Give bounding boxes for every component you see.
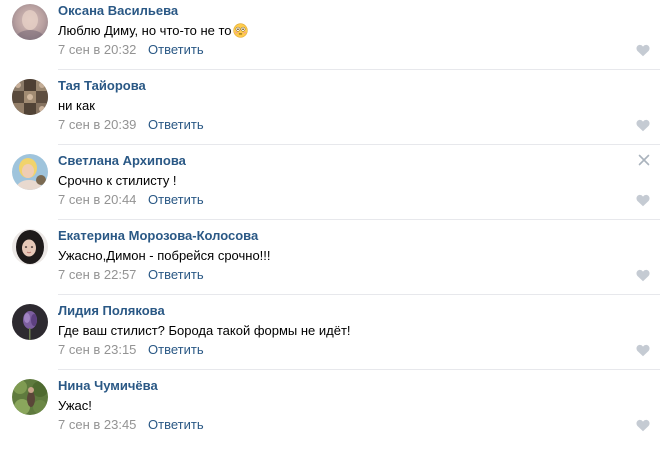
comment-item: Оксана Васильева Люблю Диму, но что-то н… (0, 0, 660, 75)
comment-date[interactable]: 7 сен в 22:57 (58, 267, 136, 282)
avatar-image (12, 304, 48, 340)
comment-text: Ужас! (58, 398, 92, 413)
comment-meta: 7 сен в 20:39 Ответить (58, 117, 204, 132)
comment-text: Срочно к стилисту ! (58, 173, 177, 188)
avatar[interactable] (12, 304, 48, 340)
comment-item: Екатерина Морозова-Колосова Ужасно,Димон… (0, 225, 660, 300)
avatar[interactable] (12, 4, 48, 40)
heart-icon[interactable] (636, 344, 650, 357)
comment-date[interactable]: 7 сен в 20:44 (58, 192, 136, 207)
avatar-image (12, 379, 48, 415)
comments-list: Оксана Васильева Люблю Диму, но что-то н… (0, 0, 660, 450)
comment-item: Светлана Архипова Срочно к стилисту ! 7 … (0, 150, 660, 225)
heart-icon[interactable] (636, 419, 650, 432)
comment-author[interactable]: Лидия Полякова (58, 303, 165, 318)
heart-icon[interactable] (636, 269, 650, 282)
comment-text: Ужасно,Димон - побрейся срочно!!! (58, 248, 271, 263)
comment-text: Люблю Диму, но что-то не то (58, 23, 248, 38)
comment-item: Тая Тайорова ни как 7 сен в 20:39 Ответи… (0, 75, 660, 150)
avatar[interactable] (12, 379, 48, 415)
heart-icon[interactable] (636, 194, 650, 207)
avatar-image (12, 79, 48, 115)
comment-text-content: Люблю Диму, но что-то не то (58, 23, 232, 38)
comment-text: Где ваш стилист? Борода такой формы не и… (58, 323, 351, 338)
avatar-image (12, 154, 48, 190)
comment-author[interactable]: Оксана Васильева (58, 3, 178, 18)
comment-meta: 7 сен в 23:15 Ответить (58, 342, 204, 357)
comment-meta: 7 сен в 23:45 Ответить (58, 417, 204, 432)
reply-button[interactable]: Ответить (148, 117, 204, 132)
comment-date[interactable]: 7 сен в 23:45 (58, 417, 136, 432)
comment-divider (58, 144, 660, 145)
comment-date[interactable]: 7 сен в 23:15 (58, 342, 136, 357)
avatar-image (12, 229, 48, 265)
comment-date[interactable]: 7 сен в 20:39 (58, 117, 136, 132)
comment-divider (58, 294, 660, 295)
comment-meta: 7 сен в 22:57 Ответить (58, 267, 204, 282)
comment-text: ни как (58, 98, 95, 113)
comment-author[interactable]: Нина Чумичёва (58, 378, 158, 393)
avatar[interactable] (12, 229, 48, 265)
comment-date[interactable]: 7 сен в 20:32 (58, 42, 136, 57)
avatar-image (12, 4, 48, 40)
comment-meta: 7 сен в 20:44 Ответить (58, 192, 204, 207)
comment-author[interactable]: Светлана Архипова (58, 153, 186, 168)
reply-button[interactable]: Ответить (148, 417, 204, 432)
heart-icon[interactable] (636, 119, 650, 132)
comment-author[interactable]: Тая Тайорова (58, 78, 146, 93)
avatar[interactable] (12, 79, 48, 115)
comment-divider (58, 369, 660, 370)
flushed-face-icon (232, 23, 248, 38)
reply-button[interactable]: Ответить (148, 42, 204, 57)
reply-button[interactable]: Ответить (148, 192, 204, 207)
reply-button[interactable]: Ответить (148, 342, 204, 357)
avatar[interactable] (12, 154, 48, 190)
comment-divider (58, 219, 660, 220)
heart-icon[interactable] (636, 44, 650, 57)
comment-item: Лидия Полякова Где ваш стилист? Борода т… (0, 300, 660, 375)
comment-meta: 7 сен в 20:32 Ответить (58, 42, 204, 57)
comment-item: Нина Чумичёва Ужас! 7 сен в 23:45 Ответи… (0, 375, 660, 450)
reply-button[interactable]: Ответить (148, 267, 204, 282)
comment-author[interactable]: Екатерина Морозова-Колосова (58, 228, 258, 243)
comment-divider (58, 69, 660, 70)
close-icon[interactable] (638, 154, 650, 166)
